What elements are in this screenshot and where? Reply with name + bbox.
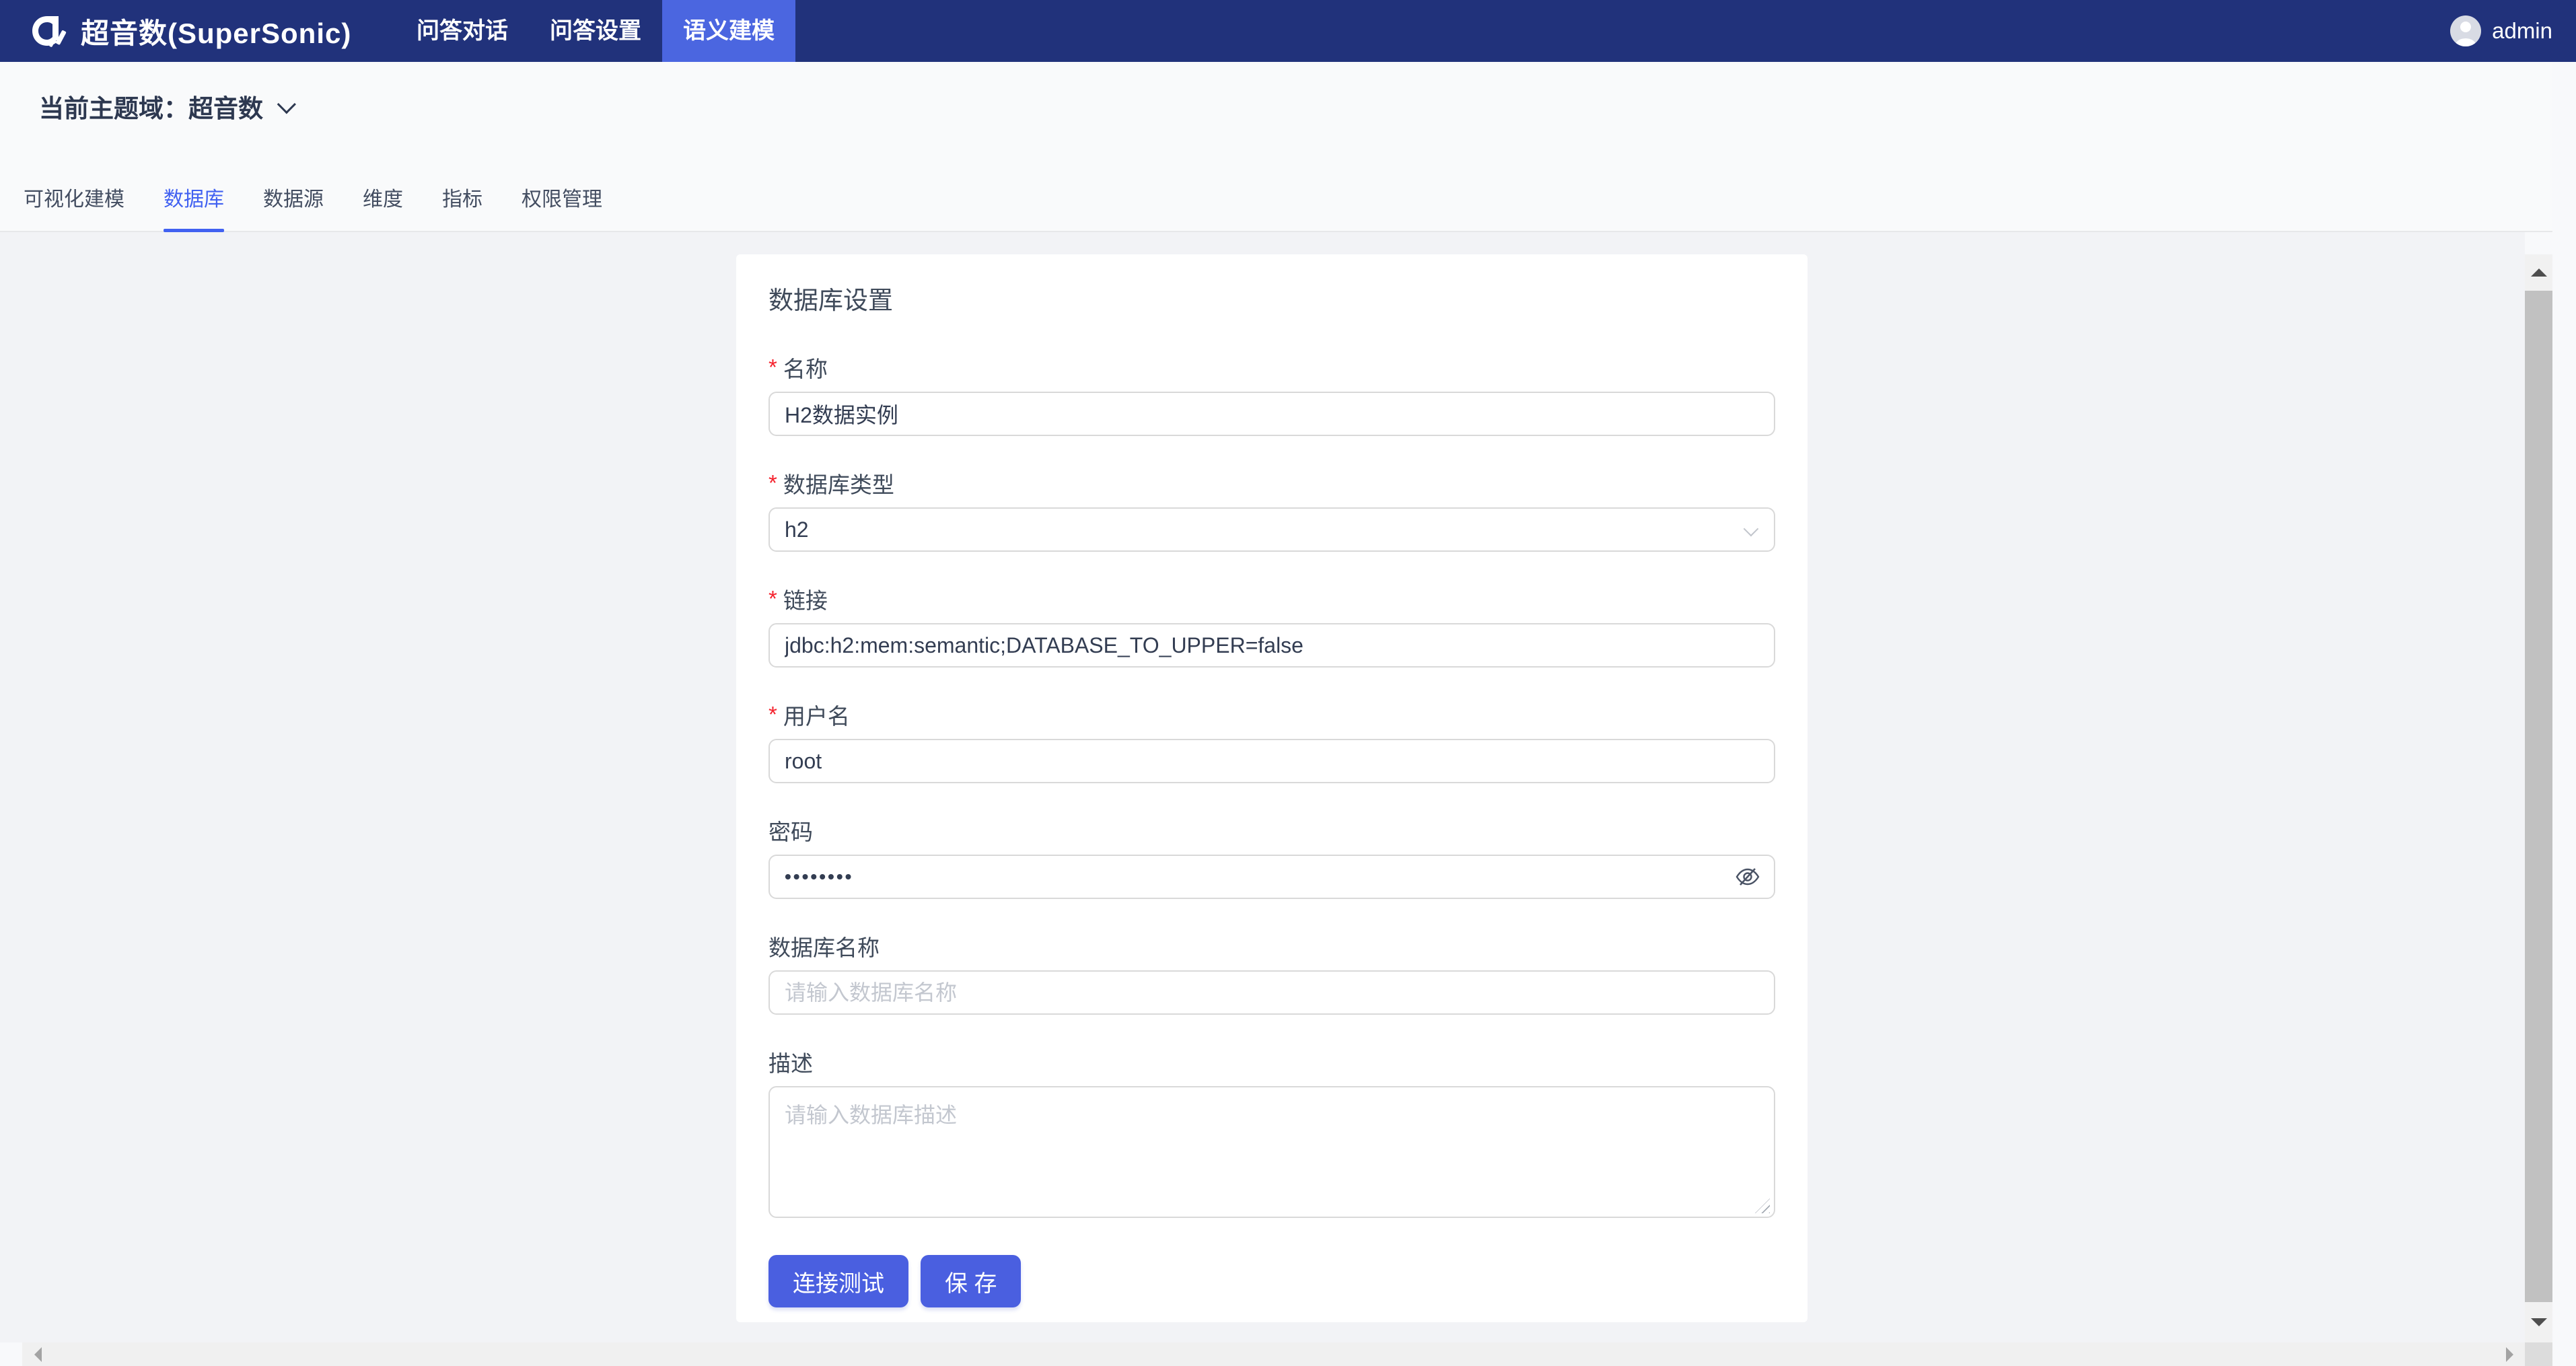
password-input[interactable] (768, 855, 1775, 899)
field-link-label: 链接 (783, 588, 828, 613)
arrow-left-icon (34, 1346, 42, 1362)
field-username: * 用户名 (768, 701, 1775, 783)
current-domain-selector[interactable]: 当前主题域： 超音数 (0, 62, 2576, 151)
username-label: admin (2492, 18, 2552, 43)
current-domain-label: 当前主题域： (39, 95, 188, 122)
tab-datasource[interactable]: 数据源 (263, 163, 324, 231)
db-type-select[interactable]: h2 (768, 507, 1775, 552)
name-input[interactable] (768, 392, 1775, 436)
description-textarea[interactable] (768, 1086, 1775, 1218)
connection-test-button[interactable]: 连接测试 (768, 1255, 908, 1307)
avatar-body-shape (2456, 38, 2476, 46)
database-settings-card: 数据库设置 * 名称 * 数据库类型 h2 (736, 254, 1808, 1322)
current-domain-value: 超音数 (188, 95, 263, 122)
scroll-left-button[interactable] (22, 1342, 53, 1366)
main-nav-menu: 问答对话 问答设置 语义建模 (396, 0, 795, 62)
vertical-scrollbar-thumb[interactable] (2525, 291, 2552, 1302)
arrow-up-icon (2530, 268, 2547, 277)
field-password-label: 密码 (768, 820, 813, 844)
scroll-down-button[interactable] (2525, 1302, 2552, 1342)
field-password: 密码 (768, 817, 1775, 899)
field-db-name: 数据库名称 (768, 933, 1775, 1015)
field-link-label-row: * 链接 (768, 585, 1775, 613)
password-wrap (768, 855, 1775, 899)
nav-item-semantic-modeling[interactable]: 语义建模 (662, 0, 795, 62)
form-actions: 连接测试 保 存 (768, 1255, 1775, 1307)
scrollbar-corner (2525, 1342, 2552, 1366)
field-db-type-label-row: * 数据库类型 (768, 470, 1775, 497)
field-db-name-label: 数据库名称 (768, 935, 880, 960)
required-marker: * (768, 355, 777, 380)
field-username-label: 用户名 (783, 704, 850, 729)
field-name-label-row: * 名称 (768, 354, 1775, 382)
chevron-down-icon (1743, 521, 1759, 537)
field-db-name-label-row: 数据库名称 (768, 933, 1775, 960)
chevron-down-icon[interactable] (277, 95, 296, 114)
module-tabs: 可视化建模 数据库 数据源 维度 指标 权限管理 (24, 151, 2576, 232)
scroll-right-button[interactable] (2494, 1342, 2525, 1366)
horizontal-scrollbar[interactable] (22, 1342, 2525, 1366)
required-marker: * (768, 586, 777, 611)
required-marker: * (768, 702, 777, 727)
brand: 超音数(SuperSonic) (27, 11, 351, 52)
tab-database-label: 数据库 (164, 188, 224, 211)
description-textarea-wrap (768, 1086, 1775, 1221)
tab-metric[interactable]: 指标 (442, 163, 482, 231)
supersonic-logo-icon (32, 16, 67, 47)
field-description-label: 描述 (768, 1051, 813, 1076)
jdbc-link-input[interactable] (768, 623, 1775, 668)
avatar-head-shape (2460, 22, 2472, 32)
required-marker: * (768, 470, 777, 495)
top-navbar: 超音数(SuperSonic) 问答对话 问答设置 语义建模 admin (0, 0, 2576, 62)
user-avatar[interactable] (2450, 15, 2482, 46)
db-name-input[interactable] (768, 970, 1775, 1015)
nav-item-qa-settings[interactable]: 问答设置 (529, 0, 662, 62)
brand-title: 超音数(SuperSonic) (81, 17, 352, 49)
field-description: 描述 (768, 1048, 1775, 1221)
nav-item-qa-chat[interactable]: 问答对话 (396, 0, 529, 62)
eye-invisible-icon[interactable] (1735, 864, 1760, 890)
tab-database[interactable]: 数据库 (164, 163, 224, 232)
field-username-label-row: * 用户名 (768, 701, 1775, 729)
db-type-selected-value: h2 (785, 517, 809, 542)
field-description-label-row: 描述 (768, 1048, 1775, 1076)
tab-visual-modeling[interactable]: 可视化建模 (24, 163, 124, 231)
vertical-scrollbar[interactable] (2525, 254, 2552, 1342)
scroll-up-button[interactable] (2525, 254, 2552, 291)
right-gutter (2552, 62, 2576, 1366)
tab-dimension[interactable]: 维度 (363, 163, 403, 231)
app-window: 超音数(SuperSonic) 问答对话 问答设置 语义建模 admin 当前主… (0, 0, 2576, 1366)
field-password-label-row: 密码 (768, 817, 1775, 844)
header-strip: 当前主题域： 超音数 可视化建模 数据库 数据源 维度 指标 权限管理 (0, 62, 2576, 232)
tab-permission[interactable]: 权限管理 (522, 163, 602, 231)
field-link: * 链接 (768, 585, 1775, 668)
save-button[interactable]: 保 存 (921, 1255, 1022, 1307)
field-db-type-label: 数据库类型 (783, 472, 894, 497)
field-db-type: * 数据库类型 h2 (768, 470, 1775, 552)
content-area: 数据库设置 * 名称 * 数据库类型 h2 (0, 232, 2525, 1342)
username-input[interactable] (768, 739, 1775, 783)
field-name: * 名称 (768, 354, 1775, 436)
form-title: 数据库设置 (768, 287, 893, 314)
arrow-down-icon (2530, 1318, 2547, 1326)
arrow-right-icon (2505, 1346, 2513, 1362)
user-area[interactable]: admin (2450, 0, 2552, 62)
field-name-label: 名称 (783, 357, 828, 382)
